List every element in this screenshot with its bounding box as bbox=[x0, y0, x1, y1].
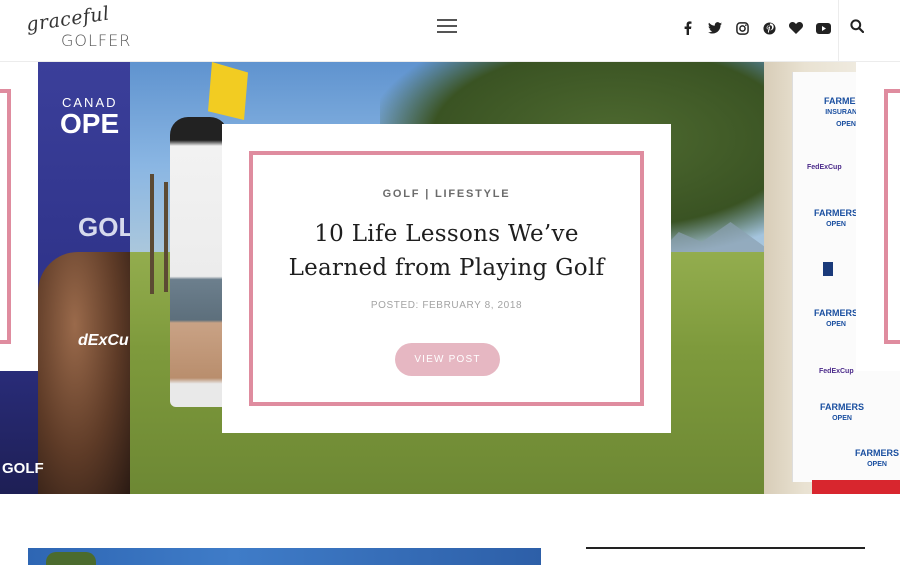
photo-text: GOLF bbox=[2, 460, 44, 477]
slide-peek-previous[interactable] bbox=[0, 62, 38, 371]
photo-palm bbox=[164, 182, 168, 292]
category-separator: | bbox=[425, 188, 431, 200]
sidebar-rule bbox=[586, 547, 865, 549]
photo-text: OPE bbox=[60, 108, 120, 139]
photo-person bbox=[38, 252, 130, 494]
post-date: POSTED: FEBRUARY 8, 2018 bbox=[370, 300, 523, 311]
heart-icon[interactable] bbox=[787, 18, 805, 38]
category-link-lifestyle[interactable]: LIFESTYLE bbox=[435, 188, 510, 200]
featured-post-frame: GOLF | LIFESTYLE 10 Life Lessons We’ve L… bbox=[249, 151, 644, 406]
post-categories: GOLF | LIFESTYLE bbox=[253, 188, 640, 200]
photo-banner-base bbox=[812, 480, 900, 494]
post-title[interactable]: 10 Life Lessons We’ve Learned from Playi… bbox=[273, 217, 620, 285]
photo-pga-logo bbox=[823, 262, 833, 276]
site-header: graceful GOLFER bbox=[0, 0, 900, 62]
pinterest-icon[interactable] bbox=[760, 18, 778, 38]
photo-golfer bbox=[170, 117, 228, 407]
hamburger-menu-icon[interactable] bbox=[437, 19, 457, 35]
photo-text: dExCu bbox=[78, 332, 129, 349]
facebook-icon[interactable] bbox=[679, 18, 697, 38]
photo-text: GOL bbox=[78, 212, 135, 242]
logo-word-text: GOLFER bbox=[61, 31, 132, 50]
category-link-golf[interactable]: GOLF bbox=[383, 188, 421, 200]
post-thumbnail[interactable] bbox=[28, 548, 541, 565]
search-icon[interactable] bbox=[850, 19, 868, 37]
youtube-icon[interactable] bbox=[814, 18, 832, 38]
photo-text: FedExCup bbox=[819, 368, 854, 375]
header-divider bbox=[838, 0, 839, 62]
site-logo[interactable]: graceful GOLFER bbox=[25, 3, 138, 52]
photo-text: FedExCup bbox=[807, 164, 842, 171]
photo-text: FARMERS OPEN bbox=[855, 448, 900, 468]
view-post-button[interactable]: VIEW POST bbox=[395, 343, 500, 376]
social-links bbox=[679, 18, 832, 38]
featured-post-card: GOLF | LIFESTYLE 10 Life Lessons We’ve L… bbox=[222, 124, 671, 433]
photo-palm bbox=[150, 174, 154, 294]
twitter-icon[interactable] bbox=[706, 18, 724, 38]
photo-text: FARMERS OPEN bbox=[819, 402, 864, 422]
slide-peek-next[interactable] bbox=[856, 62, 900, 371]
instagram-icon[interactable] bbox=[733, 18, 751, 38]
